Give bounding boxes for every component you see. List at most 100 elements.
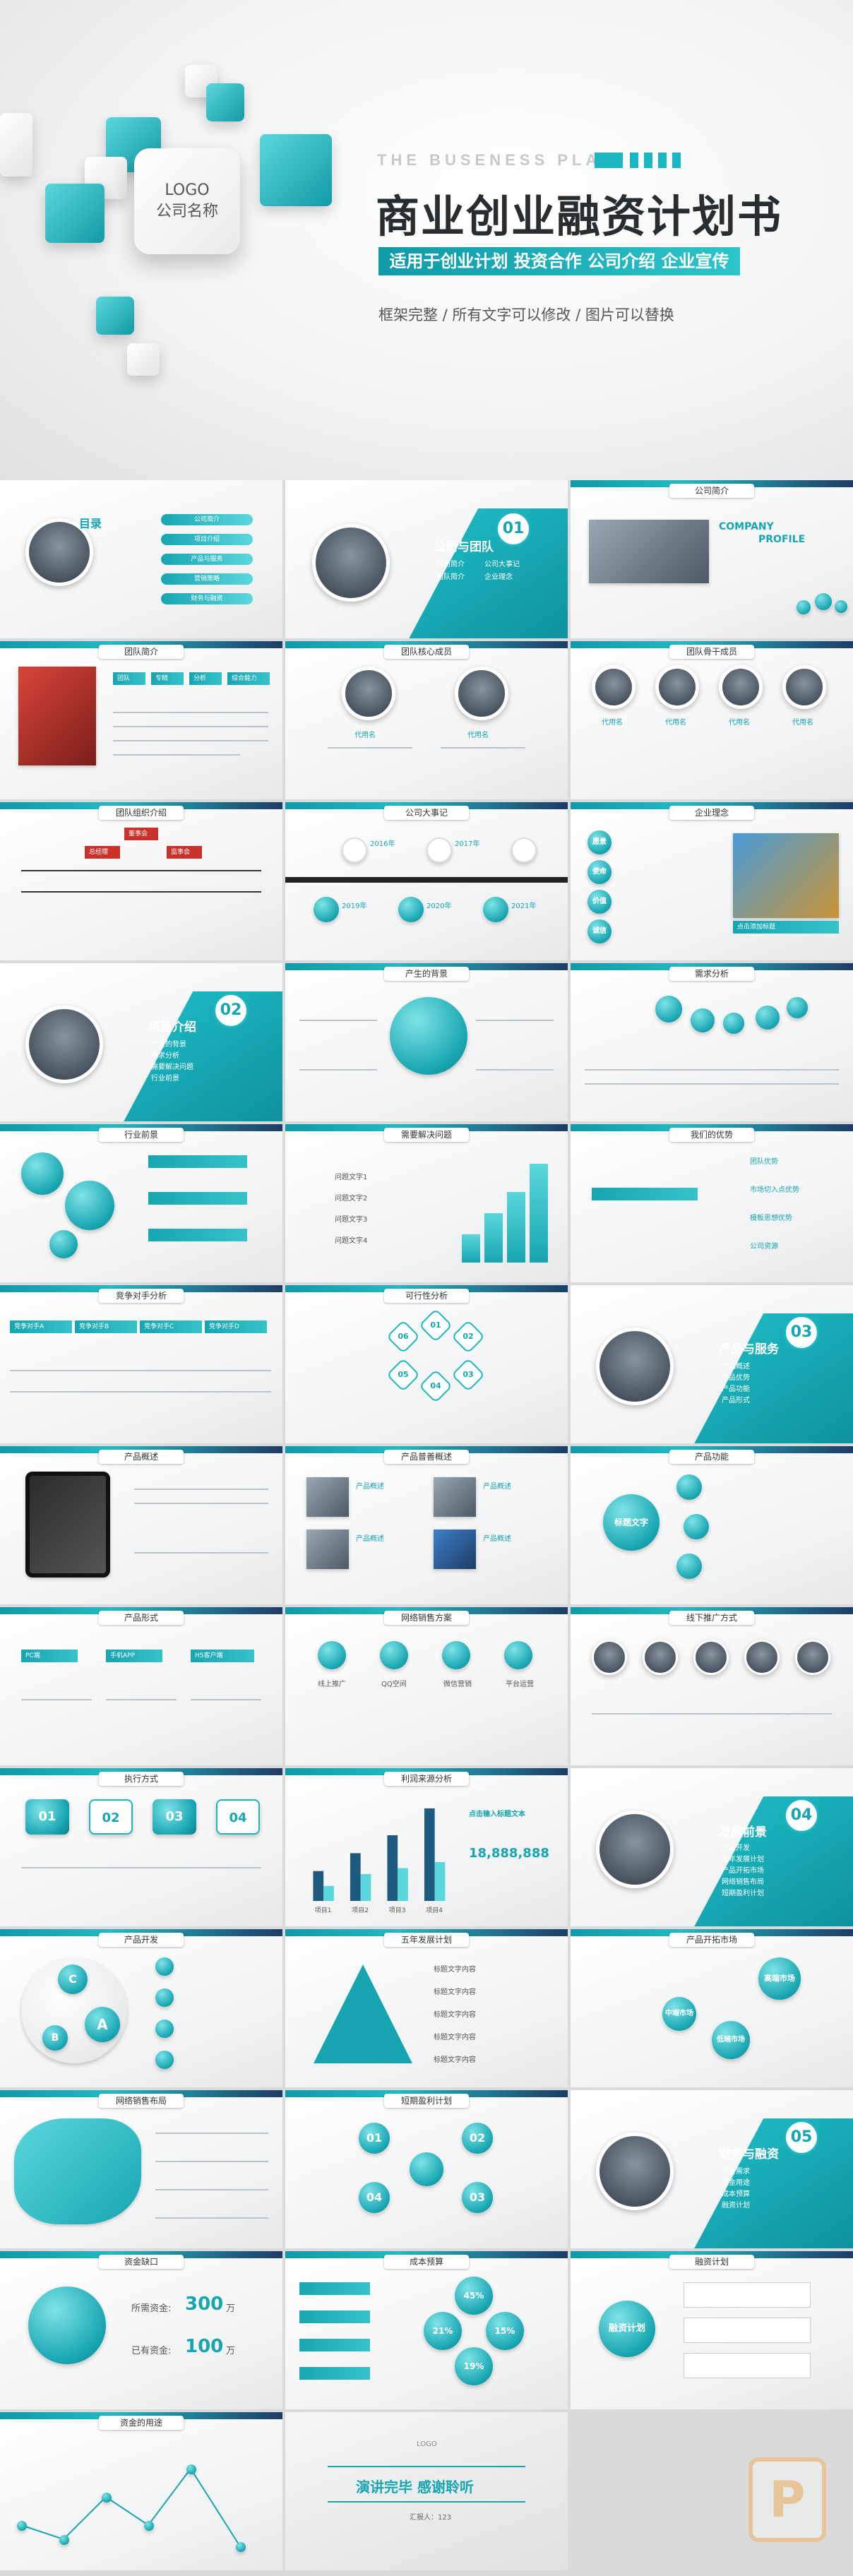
chart-tick-label: 项目4: [426, 1907, 443, 1914]
team-tag: 专精: [151, 672, 184, 685]
slide-product-dev[interactable]: 产品开发 C B A: [0, 1929, 282, 2087]
member-photo: [342, 667, 395, 720]
text-line: [155, 2133, 268, 2134]
slide-section-04[interactable]: 04 发展前景 产品开发 五年发展计划 产品开拓市场 网络销售布局 短期盈利计划: [571, 1768, 853, 1926]
slide-financing-plan[interactable]: 融资计划 融资计划: [571, 2251, 853, 2409]
slide-short-term-profit[interactable]: 短期盈利计划 01 02 04 03: [285, 2090, 568, 2248]
slide-toc[interactable]: 目录 公司简介 项目介绍 产品与服务 营销策略 财务与融资: [0, 480, 282, 638]
slide-milestones[interactable]: 公司大事记 2016年 2017年 2019年 2020年 2021年: [285, 802, 568, 960]
slide-company-intro[interactable]: 公司简介 COMPANY PROFILE: [571, 480, 853, 638]
logo-text: LOGO: [165, 181, 210, 199]
slide-product-features[interactable]: 产品功能 标题文字: [571, 1446, 853, 1604]
competitor-tab: 竞争对手C: [140, 1320, 202, 1333]
value-hex: 使命: [587, 860, 612, 884]
slide-title: 产品功能: [669, 1450, 754, 1464]
business-team-photo: [596, 2133, 674, 2210]
plan-item: 标题文字内容: [434, 2034, 476, 2041]
problem-item: 问题文字1: [335, 1174, 368, 1181]
text-line: [106, 1699, 177, 1700]
slide-section-03[interactable]: 03 产品与服务 产品概述 产品优势 产品功能 产品形式: [571, 1285, 853, 1443]
slide-online-sales[interactable]: 网络销售方案 线上推广 QQ空间 微信营销 平台运营: [285, 1607, 568, 1765]
section-item: 融资计划: [722, 2202, 750, 2210]
plan-item: 标题文字内容: [434, 2011, 476, 2019]
slide-five-year-plan[interactable]: 五年发展计划 标题文字内容 标题文字内容 标题文字内容 标题文字内容 标题文字内…: [285, 1929, 568, 2087]
slide-funding-gap[interactable]: 资金缺口 所需资金: 300 万 已有资金: 100 万: [0, 2251, 282, 2409]
advantage-item: 市场切入点优势: [750, 1186, 799, 1194]
slide-background[interactable]: 产生的背景: [285, 963, 568, 1121]
slide-team-intro[interactable]: 团队简介 团队 专精 分析 综合能力: [0, 641, 282, 799]
section-item: 产品开拓市场: [722, 1867, 764, 1875]
hero-subtitle: 框架完整 / 所有文字可以修改 / 图片可以替换: [378, 306, 674, 323]
channel-label: QQ空间: [381, 1681, 407, 1688]
slide-fund-usage[interactable]: 资金的用途: [0, 2412, 282, 2570]
slide-core-members[interactable]: 团队核心成员 代用名 代用名: [285, 641, 568, 799]
section-item: 产品优势: [722, 1374, 750, 1382]
plan-item: 标题文字内容: [434, 2056, 476, 2064]
slide-competitors[interactable]: 竞争对手分析 竞争对手A 竞争对手B 竞争对手C 竞争对手D: [0, 1285, 282, 1443]
bronze-vessel-photo: [733, 833, 839, 918]
profit-bar-chart: 项目1 项目2 项目3 项目4: [313, 1808, 446, 1914]
channel-icon: [504, 1641, 532, 1669]
chart-bar: [313, 1871, 324, 1901]
usage-dot: [59, 2535, 69, 2545]
slide-execution[interactable]: 执行方式 01 02 03 04: [0, 1768, 282, 1926]
member-name: 代用名: [792, 719, 813, 727]
slide-sales-layout[interactable]: 网络销售布局: [0, 2090, 282, 2248]
slide-product-forms[interactable]: 产品形式 PC端 手机APP H5客户端: [0, 1607, 282, 1765]
logo-box: LOGO 公司名称: [134, 148, 240, 254]
member-name: 代用名: [729, 719, 750, 727]
bubble: [691, 1008, 715, 1032]
section-item: 资金用途: [722, 2179, 750, 2187]
slide-section-05[interactable]: 05 财务与融资 资金需求 资金用途 成本预算 融资计划: [571, 2090, 853, 2248]
value-hex: 价值: [587, 890, 612, 914]
hex-label: 02: [463, 1332, 474, 1341]
slide-product-overview[interactable]: 产品概述: [0, 1446, 282, 1604]
feasibility-hex: 01: [418, 1308, 453, 1343]
slide-product-summary[interactable]: 产品普善概述 产品概述 产品概述 产品概述 产品概述: [285, 1446, 568, 1604]
slide-problems[interactable]: 需要解决问题 问题文字1 问题文字2 问题文字3 问题文字4: [285, 1124, 568, 1282]
funding-unit: 万: [226, 2346, 236, 2356]
chart-total: 18,888,888: [469, 1846, 549, 1861]
problem-item: 问题文字4: [335, 1237, 368, 1245]
usage-dot: [102, 2493, 112, 2503]
timeline: [285, 877, 568, 883]
channel-icon: [442, 1641, 470, 1669]
milestone-drop: [398, 897, 424, 922]
slide-section-02[interactable]: 02 项目介绍 产生的背景 需求分析 需要解决问题 行业前景: [0, 963, 282, 1121]
budget-item: [299, 2367, 370, 2380]
section-band: [688, 1313, 853, 1443]
watermark-logo: P: [748, 2457, 826, 2542]
growth-bar: [462, 1234, 480, 1263]
chart-bar: [360, 1873, 371, 1901]
section-number: 03: [784, 1315, 819, 1350]
slide-title: 产品开拓市场: [669, 1933, 754, 1947]
profit-center: [410, 2152, 443, 2186]
section-item: 成本预算: [722, 2190, 750, 2198]
slide-philosophy[interactable]: 企业理念 愿景 使命 价值 诚信 点击添加标题: [571, 802, 853, 960]
slide-key-members[interactable]: 团队骨干成员 代用名 代用名 代用名 代用名: [571, 641, 853, 799]
section-item: 团队简介: [436, 573, 465, 581]
slide-thanks[interactable]: LOGO 演讲完毕 感谢聆听 汇报人：123: [285, 2412, 568, 2570]
bubble: [756, 1006, 780, 1030]
slide-org-chart[interactable]: 团队组织介绍 董事会 总经理 监事会: [0, 802, 282, 960]
slide-demand-analysis[interactable]: 需求分析: [571, 963, 853, 1121]
product-photo: [434, 1477, 476, 1517]
slide-title: 产生的背景: [384, 967, 469, 981]
ball-decor: [815, 593, 832, 610]
slide-section-01[interactable]: 01 公司与团队 公司简介 团队简介 公司大事记 企业理念: [285, 480, 568, 638]
slide-offline-promo[interactable]: 线下推广方式: [571, 1607, 853, 1765]
slide-cost-budget[interactable]: 成本预算 45% 21% 15% 19%: [285, 2251, 568, 2409]
slide-profit-chart[interactable]: 利润来源分析 项目1 项目2 项目3 项目4 点击输入标题文本 18,888,888: [285, 1768, 568, 1926]
slide-market-expansion[interactable]: 产品开拓市场 高端市场 中端市场 低端市场: [571, 1929, 853, 2087]
slide-advantages[interactable]: 我们的优势 团队优势 市场切入点优势 模板思想优势 公司资源: [571, 1124, 853, 1282]
step-dot: [155, 2051, 174, 2069]
team-tag: 综合能力: [227, 672, 270, 685]
slide-title: 竞争对手分析: [99, 1289, 184, 1303]
business-team-photo: [596, 1328, 674, 1405]
text-line: [328, 747, 412, 749]
slide-industry-outlook[interactable]: 行业前景: [0, 1124, 282, 1282]
slide-feasibility[interactable]: 可行性分析 06 01 02 05 04 03: [285, 1285, 568, 1443]
gear-icon: [65, 1181, 114, 1230]
growth-bar: [530, 1164, 548, 1263]
value-hex: 诚信: [587, 919, 612, 943]
